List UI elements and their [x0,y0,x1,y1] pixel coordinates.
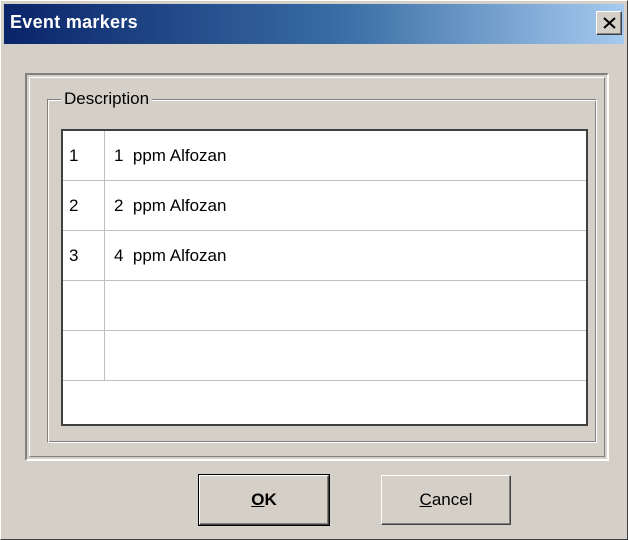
group-label: Description [61,89,153,109]
cancel-mnemonic: C [419,490,432,509]
table-row[interactable] [63,331,586,381]
table-row[interactable] [63,381,586,424]
cancel-label-rest: ancel [431,490,473,509]
row-number [63,281,105,330]
close-icon [603,17,616,29]
row-number [63,381,105,424]
close-button[interactable] [596,11,622,35]
row-description[interactable] [105,381,586,424]
table-row[interactable]: 2 2 ppm Alfozan [63,181,586,231]
table-row[interactable] [63,281,586,331]
row-number: 3 [63,231,105,280]
table-row[interactable]: 3 4 ppm Alfozan [63,231,586,281]
row-number [63,331,105,380]
row-description[interactable] [105,281,586,330]
row-description[interactable]: 2 ppm Alfozan [105,181,586,230]
row-number: 1 [63,131,105,180]
title-bar[interactable]: Event markers [4,4,624,44]
ok-button[interactable]: OK [198,474,330,526]
row-description[interactable] [105,331,586,380]
row-description[interactable]: 1 ppm Alfozan [105,131,586,180]
event-markers-dialog: Event markers Description 1 1 ppm Alfoza… [0,0,628,540]
row-number: 2 [63,181,105,230]
event-markers-grid[interactable]: 1 1 ppm Alfozan 2 2 ppm Alfozan 3 4 ppm … [61,129,588,426]
row-description[interactable]: 4 ppm Alfozan [105,231,586,280]
ok-mnemonic: O [251,490,265,509]
cancel-button[interactable]: Cancel [381,475,511,525]
window-title: Event markers [10,12,138,32]
ok-label-rest: K [264,490,277,509]
table-row[interactable]: 1 1 ppm Alfozan [63,131,586,181]
